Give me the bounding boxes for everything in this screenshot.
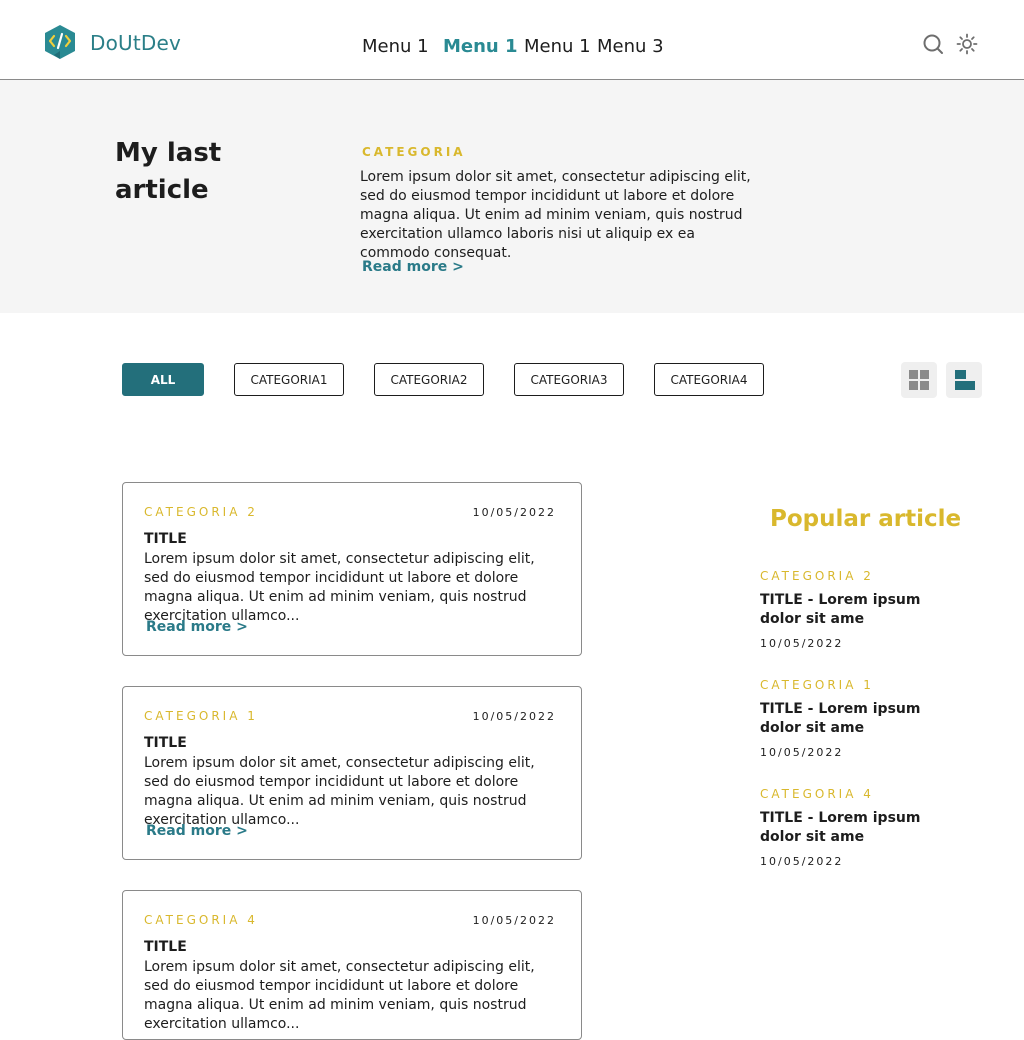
site-header: DoUtDev Menu 1 Menu 1 Menu 1 Menu 3 — [0, 0, 1024, 80]
filter-categoria3-button[interactable]: CATEGORIA3 — [514, 363, 624, 396]
article-excerpt: Lorem ipsum dolor sit amet, consectetur … — [144, 755, 535, 828]
featured-excerpt: Lorem ipsum dolor sit amet, consectetur … — [360, 169, 751, 261]
article-category: CATEGORIA 1 — [144, 709, 258, 723]
article-date: 10/05/2022 — [472, 914, 556, 927]
article-title: TITLE — [144, 735, 187, 751]
article-excerpt: Lorem ipsum dolor sit amet, consectetur … — [144, 551, 535, 624]
article-read-more-link[interactable]: Read more > — [146, 823, 248, 839]
nav-item-menu-1-active[interactable]: Menu 1 — [443, 36, 518, 57]
popular-category: CATEGORIA 2 — [760, 569, 874, 583]
popular-category: CATEGORIA 1 — [760, 678, 874, 692]
grid-view-button[interactable] — [901, 362, 937, 398]
popular-title[interactable]: TITLE - Lorem ipsum dolor sit ame — [760, 700, 960, 738]
article-category: CATEGORIA 2 — [144, 505, 258, 519]
filter-categoria1-button[interactable]: CATEGORIA1 — [234, 363, 344, 396]
filter-all-button[interactable]: ALL — [122, 363, 204, 396]
article-card[interactable]: CATEGORIA 2 10/05/2022 TITLE Lorem ipsum… — [122, 482, 582, 656]
popular-item[interactable]: CATEGORIA 1 TITLE - Lorem ipsum dolor si… — [760, 678, 960, 759]
filter-categoria4-button[interactable]: CATEGORIA4 — [654, 363, 764, 396]
article-title: TITLE — [144, 531, 187, 547]
article-card[interactable]: CATEGORIA 4 10/05/2022 TITLE Lorem ipsum… — [122, 890, 582, 1040]
popular-date: 10/05/2022 — [760, 637, 844, 650]
logo-icon[interactable] — [44, 24, 76, 60]
search-icon[interactable] — [921, 32, 945, 56]
popular-date: 10/05/2022 — [760, 746, 844, 759]
popular-item[interactable]: CATEGORIA 2 TITLE - Lorem ipsum dolor si… — [760, 569, 960, 650]
popular-title[interactable]: TITLE - Lorem ipsum dolor sit ame — [760, 591, 960, 629]
popular-heading: Popular article — [770, 506, 962, 532]
article-card[interactable]: CATEGORIA 1 10/05/2022 TITLE Lorem ipsum… — [122, 686, 582, 860]
nav-item-menu-1[interactable]: Menu 1 — [362, 36, 429, 57]
popular-category: CATEGORIA 4 — [760, 787, 874, 801]
popular-item[interactable]: CATEGORIA 4 TITLE - Lorem ipsum dolor si… — [760, 787, 960, 868]
list-view-button[interactable] — [946, 362, 982, 398]
nav-item-menu-1-b[interactable]: Menu 1 — [524, 36, 591, 57]
grid-view-icon — [909, 370, 929, 390]
article-read-more-link[interactable]: Read more > — [146, 619, 248, 635]
featured-article: My last article CATEGORIA Lorem ipsum do… — [0, 80, 1024, 313]
nav-item-menu-3[interactable]: Menu 3 — [597, 36, 664, 57]
featured-read-more-link[interactable]: Read more > — [362, 259, 464, 275]
sun-icon[interactable] — [955, 32, 979, 56]
article-date: 10/05/2022 — [472, 710, 556, 723]
popular-date: 10/05/2022 — [760, 855, 844, 868]
featured-title: My last article — [115, 138, 222, 205]
article-category: CATEGORIA 4 — [144, 913, 258, 927]
popular-title[interactable]: TITLE - Lorem ipsum dolor sit ame — [760, 809, 960, 847]
list-view-icon — [955, 370, 975, 390]
brand-name[interactable]: DoUtDev — [90, 31, 181, 55]
article-date: 10/05/2022 — [472, 506, 556, 519]
article-excerpt: Lorem ipsum dolor sit amet, consectetur … — [144, 959, 535, 1032]
article-title: TITLE — [144, 939, 187, 955]
featured-category: CATEGORIA — [362, 145, 466, 159]
filter-categoria2-button[interactable]: CATEGORIA2 — [374, 363, 484, 396]
